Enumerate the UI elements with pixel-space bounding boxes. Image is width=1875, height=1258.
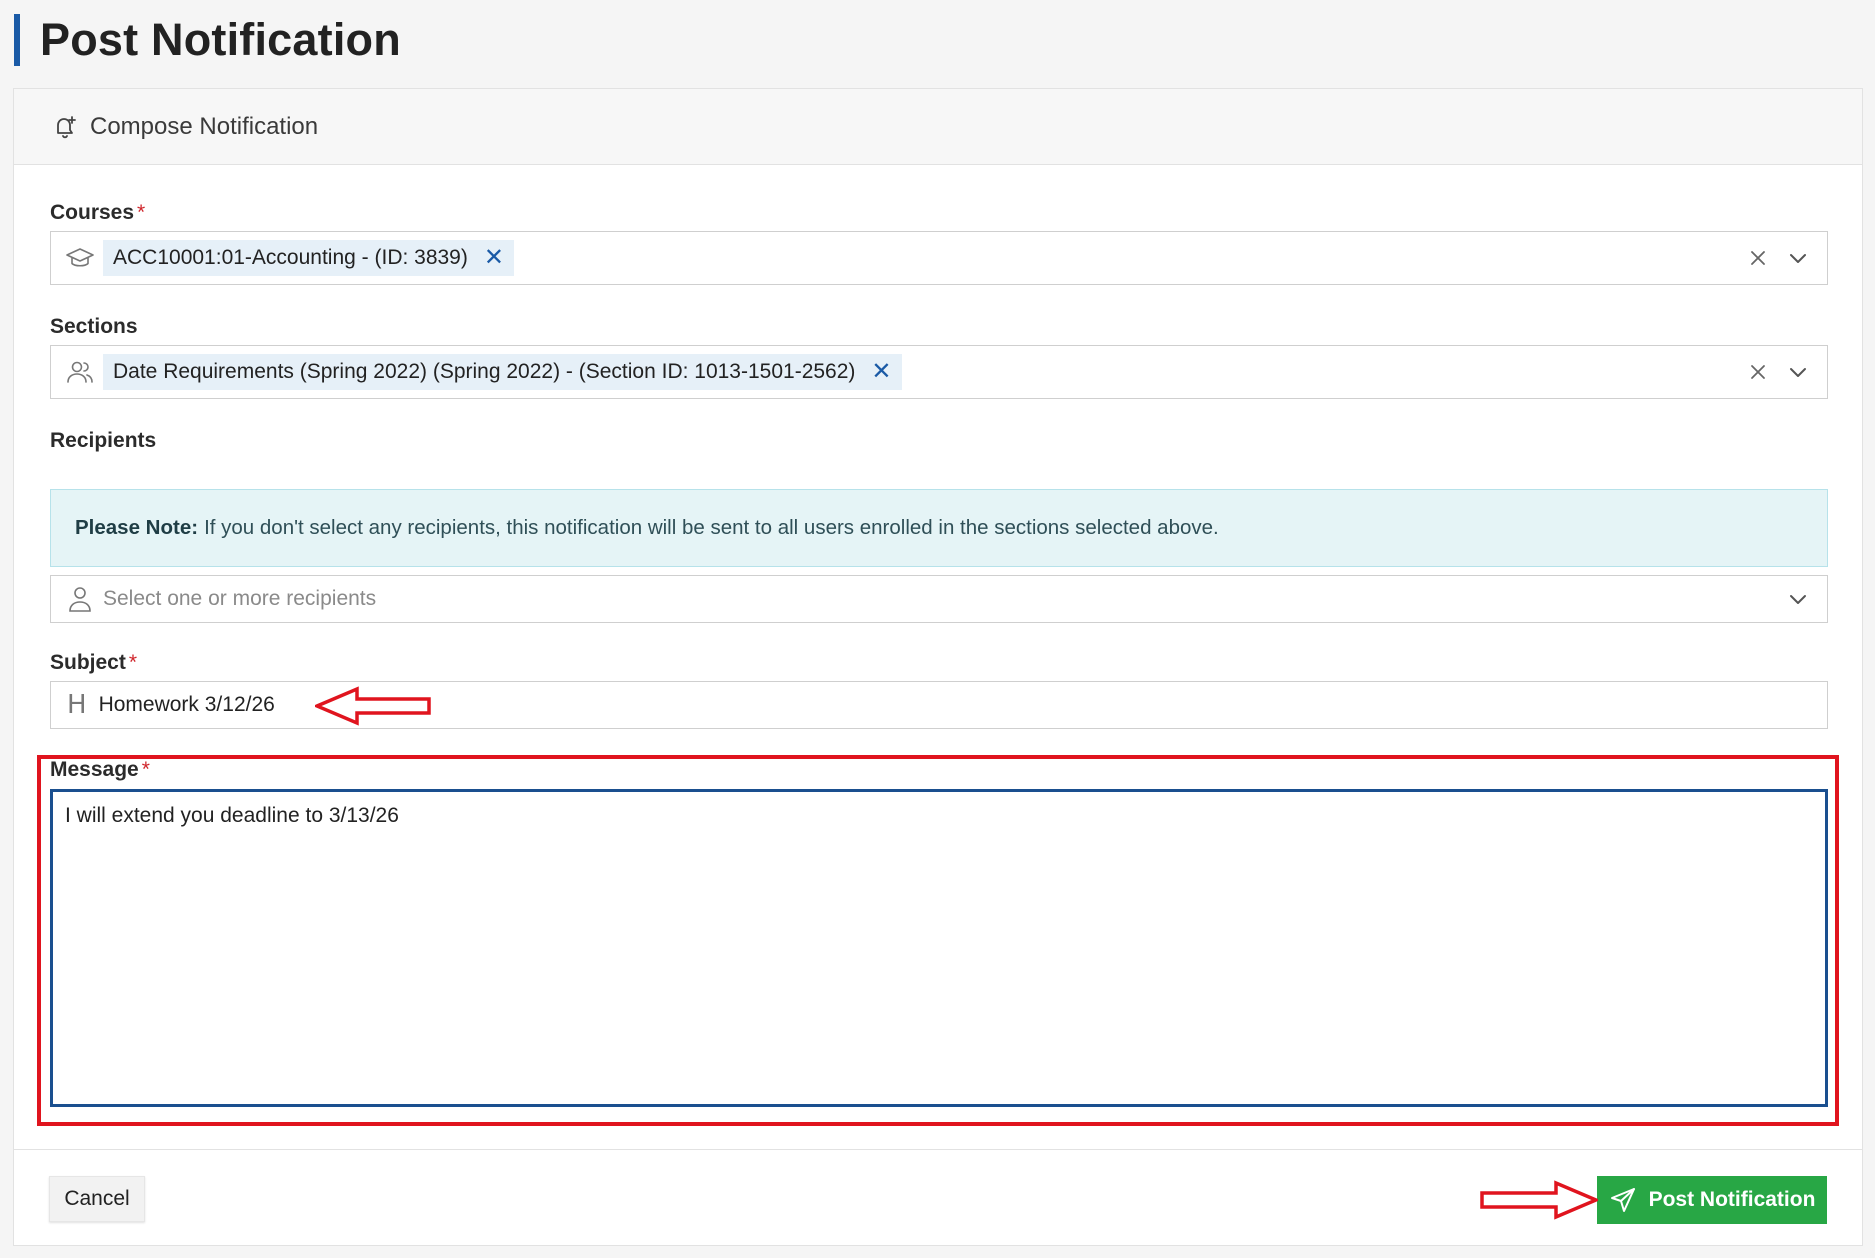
- graduation-cap-icon: [66, 248, 94, 267]
- message-label: Message *: [50, 758, 150, 782]
- post-notification-button[interactable]: Post Notification: [1597, 1176, 1827, 1224]
- subject-field[interactable]: H: [50, 681, 1828, 729]
- card-header-title: Compose Notification: [90, 112, 319, 140]
- recipients-controls: [1787, 588, 1827, 610]
- page-header: Post Notification: [14, 14, 401, 66]
- message-label-text: Message: [50, 758, 139, 781]
- subject-input[interactable]: [98, 693, 1699, 717]
- chevron-down-icon[interactable]: [1787, 361, 1809, 383]
- remove-course-tag-button[interactable]: ✕: [484, 246, 504, 270]
- courses-label-text: Courses: [50, 201, 135, 224]
- users-icon: [67, 361, 93, 383]
- chevron-down-icon[interactable]: [1787, 588, 1809, 610]
- recipients-select[interactable]: Select one or more recipients: [50, 575, 1828, 623]
- required-mark: *: [137, 201, 146, 224]
- heading-icon: H: [67, 690, 87, 720]
- courses-label: Courses *: [50, 201, 145, 225]
- chevron-down-icon[interactable]: [1787, 247, 1809, 269]
- footer-divider: [14, 1149, 1862, 1150]
- section-tag-label: Date Requirements (Spring 2022) (Spring …: [113, 360, 856, 383]
- recipients-label: Recipients: [50, 429, 157, 452]
- compose-card: Compose Notification Courses * ACC10001:0…: [13, 88, 1863, 1246]
- courses-select[interactable]: ACC10001:01-Accounting - (ID: 3839) ✕: [50, 231, 1828, 285]
- message-textarea[interactable]: I will extend you deadline to 3/13/26: [50, 789, 1828, 1107]
- cancel-button[interactable]: Cancel: [49, 1176, 145, 1222]
- send-icon: [1610, 1188, 1635, 1212]
- recipients-note: Please Note: If you don't select any rec…: [50, 489, 1828, 567]
- close-icon[interactable]: [1747, 361, 1769, 383]
- course-tag: ACC10001:01-Accounting - (ID: 3839) ✕: [103, 240, 514, 276]
- bell-plus-icon: [57, 115, 76, 138]
- recipients-placeholder: Select one or more recipients: [103, 587, 377, 610]
- course-tag-label: ACC10001:01-Accounting - (ID: 3839): [113, 246, 468, 269]
- sections-controls: [1747, 361, 1827, 383]
- subject-label: Subject *: [50, 651, 137, 675]
- user-icon: [69, 587, 91, 612]
- required-mark: *: [128, 651, 138, 674]
- courses-controls: [1747, 247, 1827, 269]
- post-notification-label: Post Notification: [1648, 1188, 1816, 1211]
- card-header: Compose Notification: [14, 89, 1862, 165]
- page-title: Post Notification: [40, 14, 401, 65]
- remove-section-tag-button[interactable]: ✕: [871, 360, 891, 384]
- note-text: If you don't select any recipients, this…: [204, 516, 1219, 539]
- subject-label-text: Subject: [50, 651, 126, 674]
- section-tag: Date Requirements (Spring 2022) (Spring …: [103, 354, 902, 390]
- sections-select[interactable]: Date Requirements (Spring 2022) (Spring …: [50, 345, 1828, 399]
- note-heading: Please Note:: [75, 516, 199, 539]
- close-icon[interactable]: [1747, 247, 1769, 269]
- sections-label: Sections: [50, 315, 138, 338]
- required-mark: *: [141, 758, 150, 781]
